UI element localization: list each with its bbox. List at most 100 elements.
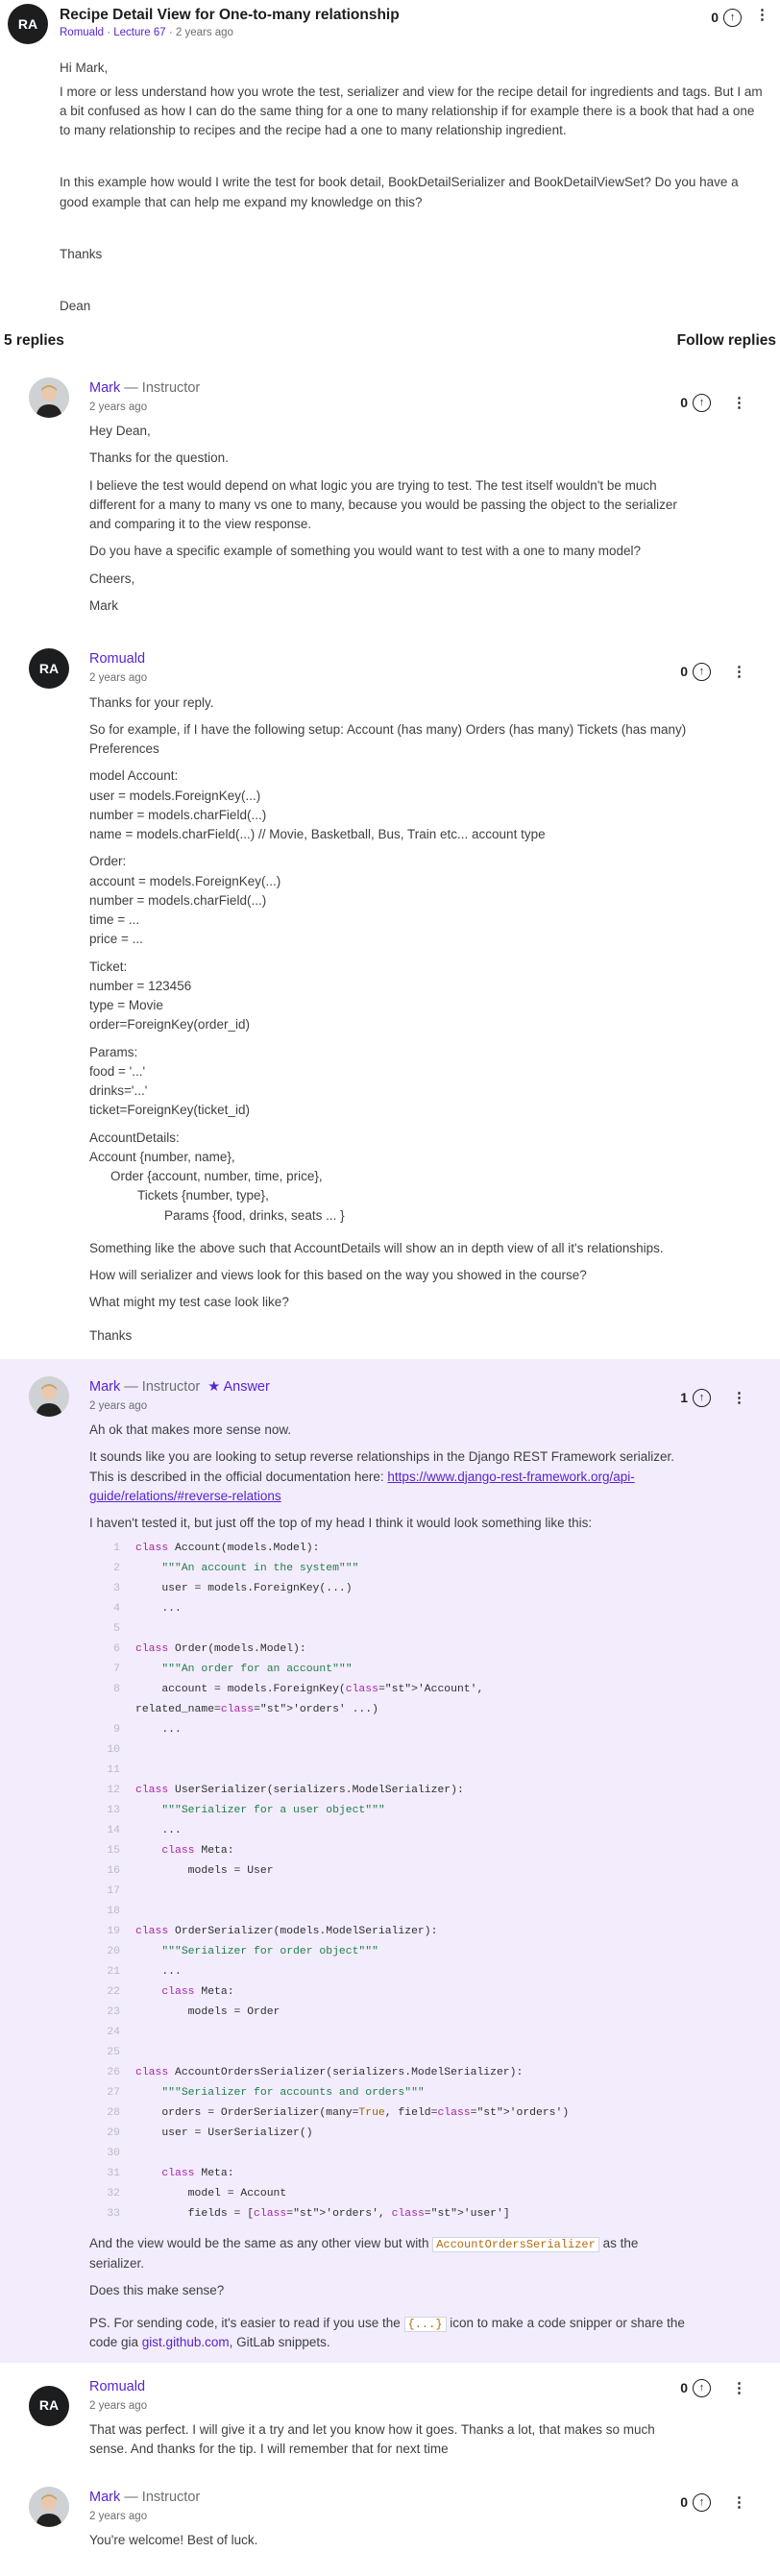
- kebab-menu-icon[interactable]: ⋮: [732, 665, 746, 679]
- avatar[interactable]: [29, 1375, 69, 1417]
- line-number: 30: [107, 2148, 120, 2160]
- reply-paragraph: I haven't tested it, but just off the to…: [89, 1516, 593, 1531]
- code-text: """Serializer for order object""": [135, 1946, 378, 1958]
- kebab-menu-icon[interactable]: ⋮: [732, 396, 746, 410]
- code-text: user = models.ForeignKey(...): [135, 1583, 353, 1595]
- question-paragraph: Dean: [60, 299, 91, 314]
- text-line: order=ForeignKey(order_id): [89, 1017, 250, 1033]
- code-text: user = UserSerializer(): [135, 2127, 313, 2140]
- question-vote: 0 ↑: [711, 8, 742, 28]
- reply-vote: 0 ↑: [680, 2492, 711, 2513]
- text-line: drinks='...': [89, 1083, 148, 1099]
- inline-code: {...}: [403, 2317, 447, 2333]
- reply-vote-count: 0: [680, 664, 688, 680]
- code-text: """Serializer for accounts and orders""": [135, 2087, 425, 2100]
- code-line: 10: [89, 1740, 690, 1761]
- reply-author[interactable]: Mark — Instructor: [89, 377, 690, 400]
- star-icon: ★: [207, 1378, 221, 1395]
- arrow-up-circle-icon[interactable]: ↑: [693, 663, 711, 682]
- reply-vote: 1 ↑: [680, 1388, 711, 1408]
- code-line: 5: [89, 1619, 690, 1640]
- line-number: 2: [113, 1563, 120, 1575]
- code-text: models = Order: [135, 2006, 280, 2019]
- reply-author[interactable]: Mark — Instructor: [89, 2487, 690, 2509]
- account-block: model Account: user = models.ForeignKey(…: [89, 766, 690, 844]
- avatar[interactable]: [29, 377, 69, 418]
- replies-count: 5 replies: [4, 332, 64, 350]
- question-title: Recipe Detail View for One-to-many relat…: [60, 7, 400, 23]
- text-line: Ticket:: [89, 959, 128, 974]
- reply-time: 2 years ago: [89, 2399, 148, 2412]
- code-line: 3 user = models.ForeignKey(...): [89, 1579, 690, 1599]
- text-line: type = Movie: [89, 998, 163, 1013]
- arrow-up-circle-icon[interactable]: ↑: [693, 1388, 711, 1407]
- avatar[interactable]: [29, 2486, 69, 2527]
- author-name[interactable]: Mark: [89, 380, 120, 396]
- question-paragraph: Thanks: [60, 246, 103, 261]
- reply-paragraph: That was perfect. I will give it a try a…: [89, 2422, 655, 2457]
- code-line: 4 ...: [89, 1599, 690, 1619]
- line-number: 29: [107, 2127, 120, 2140]
- text-line: number = 123456: [89, 978, 192, 993]
- arrow-up-circle-icon[interactable]: ↑: [693, 2492, 711, 2512]
- reply-time: 2 years ago: [89, 1399, 148, 1412]
- line-number: 32: [107, 2188, 120, 2200]
- code-line: 32 model = Account: [89, 2184, 690, 2204]
- question-meta: Romuald · Lecture 67 · 2 years ago: [60, 27, 233, 39]
- avatar[interactable]: RA: [8, 4, 48, 44]
- reply-author[interactable]: Romuald: [89, 648, 690, 670]
- arrow-up-circle-icon[interactable]: ↑: [723, 9, 742, 27]
- arrow-up-circle-icon[interactable]: ↑: [693, 393, 711, 412]
- reply-body: Mark — Instructor 2 years ago Hey Dean, …: [89, 377, 767, 616]
- code-text: class OrderSerializer(models.ModelSerial…: [135, 1926, 438, 1938]
- author-name[interactable]: Mark: [89, 1379, 120, 1395]
- code-line: 16 models = User: [89, 1861, 690, 1882]
- text-line: ticket=ForeignKey(ticket_id): [89, 1103, 250, 1118]
- gist-link[interactable]: gist.github.com: [142, 2335, 230, 2349]
- line-number: 20: [107, 1946, 120, 1958]
- lecture-link[interactable]: Lecture 67: [113, 27, 165, 38]
- text-line: Tickets {number, type},: [137, 1188, 269, 1203]
- code-line: 14 ...: [89, 1821, 690, 1841]
- reply-vote-count: 0: [680, 394, 688, 410]
- line-number: 16: [107, 1865, 120, 1878]
- reply-actions: 0 ↑ ⋮: [680, 662, 746, 682]
- avatar[interactable]: RA: [29, 2385, 69, 2426]
- text-line: number = models.charField(...): [89, 807, 267, 822]
- question-author-link[interactable]: Romuald: [60, 27, 104, 38]
- kebab-menu-icon[interactable]: ⋮: [755, 8, 769, 22]
- code-line: 33 fields = [class="st">'orders', class=…: [89, 2204, 690, 2224]
- line-number: 33: [107, 2208, 120, 2221]
- code-text: """An account in the system""": [135, 1563, 359, 1575]
- reply-avatar-col: [29, 1375, 89, 2353]
- reply-author[interactable]: Mark — Instructor ★ Answer: [89, 1376, 690, 1398]
- code-line: 27 """Serializer for accounts and orders…: [89, 2083, 690, 2103]
- arrow-up-circle-icon[interactable]: ↑: [693, 2378, 711, 2397]
- reply-paragraph: What might my test case look like?: [89, 1295, 289, 1310]
- reply-author[interactable]: Romuald: [89, 2376, 690, 2398]
- kebab-menu-icon[interactable]: ⋮: [732, 1391, 746, 1405]
- line-number: 25: [107, 2047, 120, 2059]
- text-line: Order {account, number, time, price},: [110, 1169, 323, 1184]
- inline-code: AccountOrdersSerializer: [432, 2237, 599, 2253]
- text-span: , GitLab snippets.: [229, 2335, 330, 2350]
- line-number: 4: [113, 1603, 120, 1616]
- kebab-menu-icon[interactable]: ⋮: [732, 2381, 746, 2395]
- code-line: 20 """Serializer for order object""": [89, 1942, 690, 1962]
- avatar[interactable]: RA: [29, 648, 69, 690]
- reply-time: 2 years ago: [89, 401, 148, 413]
- instructor-photo: [29, 1375, 69, 1417]
- reply-actions: 0 ↑ ⋮: [680, 393, 746, 413]
- line-number: 28: [107, 2107, 120, 2120]
- reply-paragraph: So for example, if I have the following …: [89, 721, 687, 757]
- code-line: 8 account = models.ForeignKey(class="st"…: [89, 1680, 690, 1720]
- kebab-menu-icon[interactable]: ⋮: [732, 2495, 746, 2510]
- order-block: Order: account = models.ForeignKey(...) …: [89, 852, 690, 949]
- author-name[interactable]: Mark: [89, 2490, 120, 2505]
- follow-replies-button[interactable]: Follow replies: [677, 329, 776, 352]
- reply-paragraph: Hey Dean,: [89, 424, 151, 439]
- line-number: 24: [107, 2027, 120, 2039]
- code-line: 11: [89, 1761, 690, 1781]
- reply-body: Romuald 2 years ago Thanks for your repl…: [89, 648, 767, 1346]
- reply-vote: 0 ↑: [680, 662, 711, 682]
